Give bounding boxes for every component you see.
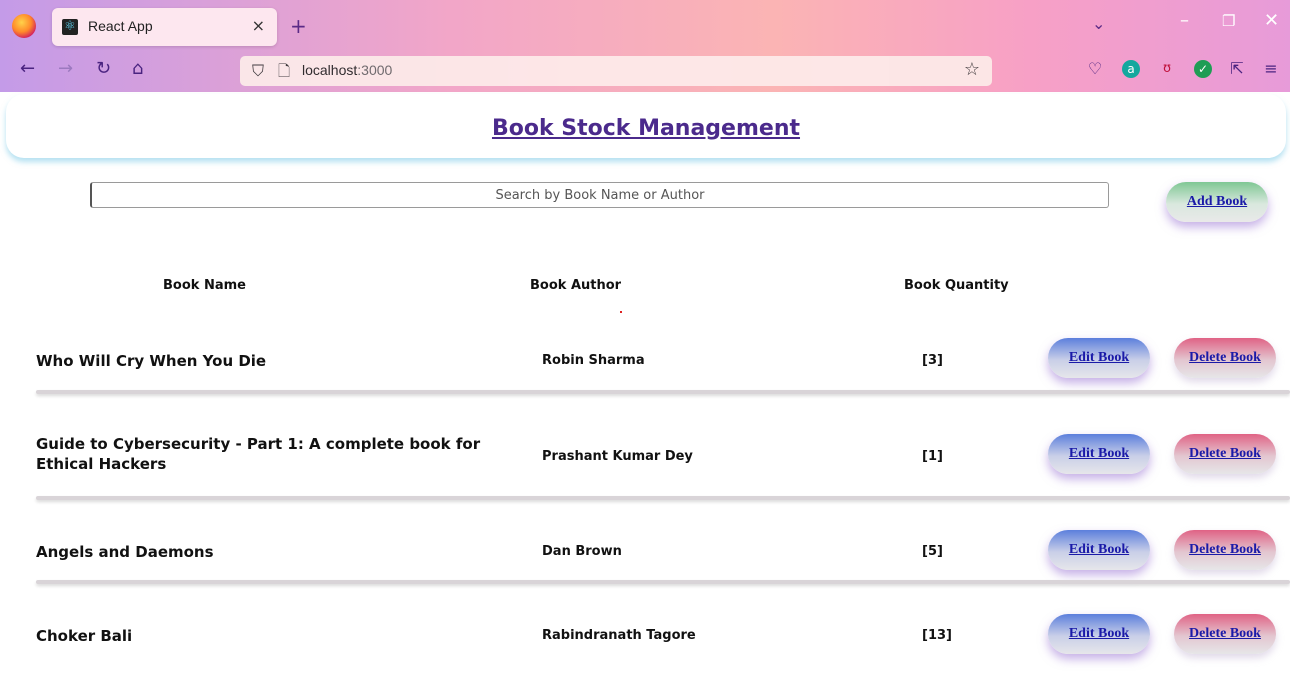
restore-icon[interactable]: ❐ — [1222, 12, 1235, 30]
book-author: Dan Brown — [542, 544, 622, 559]
chevron-down-icon[interactable]: ⌄ — [1092, 14, 1105, 33]
tab-bar: ⚛ React App × + ⌄ – ❐ ✕ — [0, 0, 1290, 52]
window-close-icon[interactable]: ✕ — [1264, 10, 1279, 31]
decorative-dot — [620, 311, 622, 313]
book-name: Choker Bali — [36, 627, 133, 645]
bookmark-star-icon[interactable]: ☆ — [964, 59, 980, 80]
book-name: Who Will Cry When You Die — [36, 352, 267, 370]
firefox-logo-icon[interactable] — [12, 14, 36, 38]
table-row: Choker Bali Rabindranath Tagore [13] Edi… — [0, 612, 1290, 698]
minimize-icon[interactable]: – — [1180, 10, 1189, 31]
table-row: Angels and Daemons Dan Brown [5] Edit Bo… — [0, 528, 1290, 614]
hamburger-menu-icon[interactable]: ≡ — [1262, 60, 1280, 78]
page-info-icon[interactable]: 🗋 — [278, 61, 290, 86]
book-quantity: [13] — [922, 628, 952, 643]
delete-book-button[interactable]: Delete Book — [1174, 434, 1276, 474]
new-tab-button[interactable]: + — [290, 14, 307, 38]
delete-book-button[interactable]: Delete Book — [1174, 614, 1276, 654]
header-book-name: Book Name — [163, 278, 246, 293]
table-row: Who Will Cry When You Die Robin Sharma [… — [0, 336, 1290, 422]
home-icon[interactable]: ⌂ — [132, 58, 143, 79]
pocket-icon[interactable]: ♡ — [1086, 60, 1104, 78]
header-book-author: Book Author — [530, 278, 622, 293]
extension-icon[interactable]: ʊ — [1158, 60, 1176, 78]
row-divider — [36, 496, 1290, 500]
forward-arrow-icon[interactable]: → — [58, 58, 73, 79]
url-text[interactable]: localhost:3000 — [302, 62, 392, 78]
browser-chrome: ⚛ React App × + ⌄ – ❐ ✕ ← → ↻ ⌂ ⛉ 🗋 loca… — [0, 0, 1290, 92]
row-divider — [36, 580, 1290, 584]
book-name: Guide to Cybersecurity - Part 1: A compl… — [36, 435, 481, 473]
close-tab-icon[interactable]: × — [252, 16, 265, 35]
back-arrow-icon[interactable]: ← — [20, 58, 35, 79]
book-name: Angels and Daemons — [36, 543, 214, 561]
page-header: Book Stock Management — [6, 94, 1286, 158]
book-quantity: [5] — [922, 544, 943, 559]
browser-tab[interactable]: ⚛ React App × — [52, 8, 277, 46]
page-title: Book Stock Management — [491, 116, 801, 141]
header-book-quantity: Book Quantity — [904, 278, 1009, 293]
table-row: Guide to Cybersecurity - Part 1: A compl… — [0, 432, 1290, 518]
delete-book-button[interactable]: Delete Book — [1174, 530, 1276, 570]
book-author: Prashant Kumar Dey — [542, 449, 693, 464]
vpn-shield-icon[interactable]: ✓ — [1194, 60, 1212, 78]
add-book-button[interactable]: Add Book — [1166, 182, 1268, 222]
extensions-puzzle-icon[interactable]: ⇱ — [1228, 60, 1246, 78]
search-input[interactable] — [90, 182, 1109, 208]
navigation-bar: ← → ↻ ⌂ ⛉ 🗋 localhost:3000 ☆ ♡ a ʊ ✓ ⇱ ≡ — [0, 52, 1290, 90]
shield-icon[interactable]: ⛉ — [252, 61, 264, 81]
react-icon: ⚛ — [62, 19, 78, 35]
book-author: Robin Sharma — [542, 353, 645, 368]
reload-icon[interactable]: ↻ — [96, 58, 111, 79]
edit-book-button[interactable]: Edit Book — [1048, 530, 1150, 570]
row-divider — [36, 390, 1290, 394]
book-quantity: [1] — [922, 449, 943, 464]
edit-book-button[interactable]: Edit Book — [1048, 614, 1150, 654]
book-quantity: [3] — [922, 353, 943, 368]
amazon-assistant-icon[interactable]: a — [1122, 60, 1140, 78]
book-author: Rabindranath Tagore — [542, 628, 696, 643]
address-bar[interactable]: ⛉ 🗋 localhost:3000 ☆ — [240, 56, 992, 86]
edit-book-button[interactable]: Edit Book — [1048, 338, 1150, 378]
edit-book-button[interactable]: Edit Book — [1048, 434, 1150, 474]
tab-title: React App — [88, 18, 153, 34]
delete-book-button[interactable]: Delete Book — [1174, 338, 1276, 378]
